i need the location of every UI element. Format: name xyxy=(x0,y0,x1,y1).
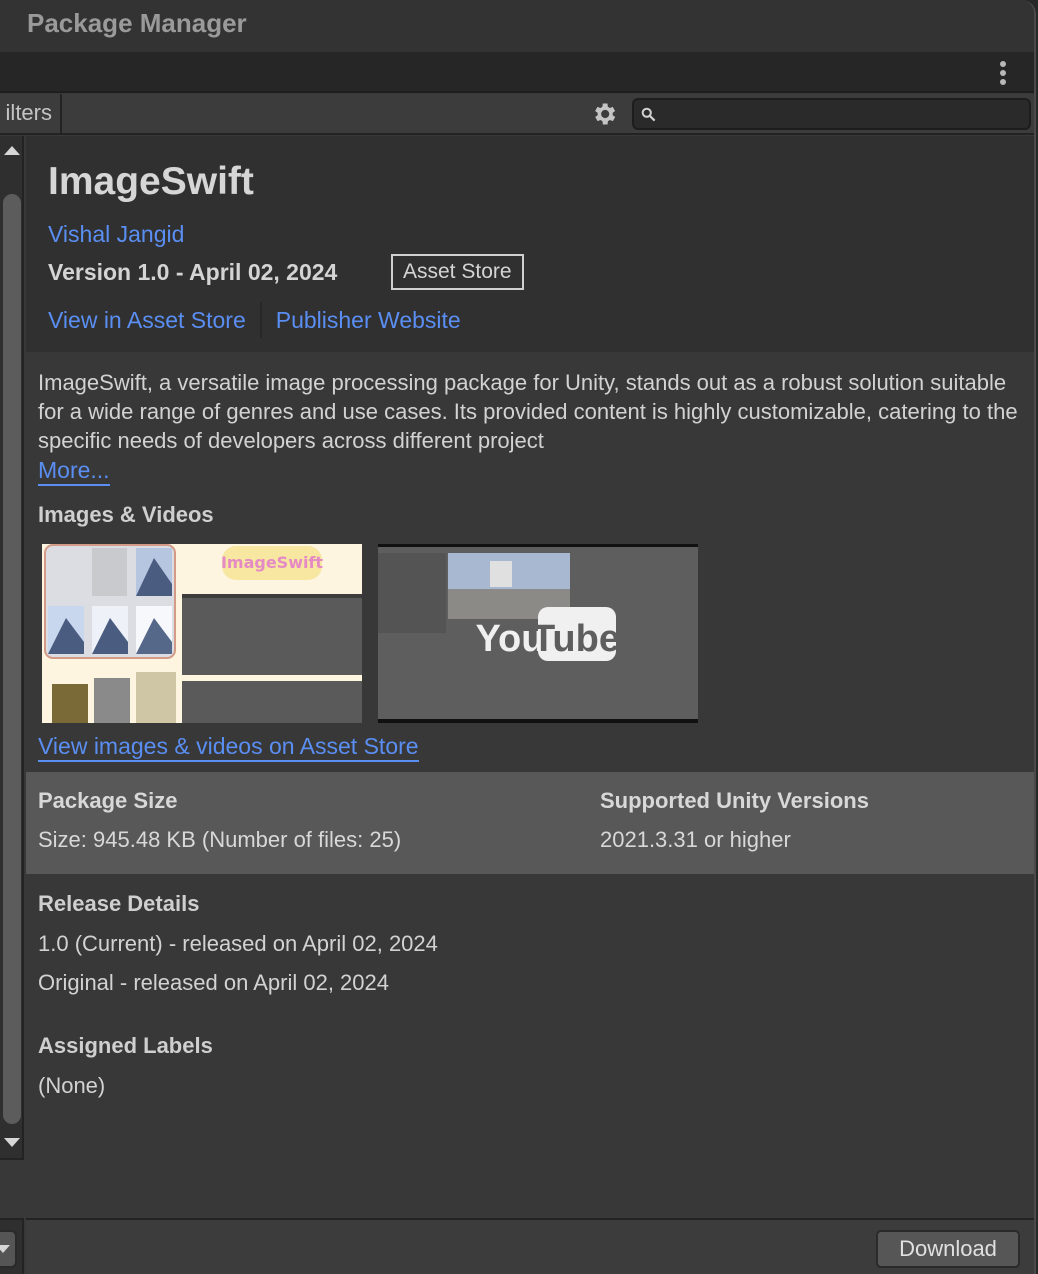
scrollbar-thumb[interactable] xyxy=(3,194,21,1124)
images-videos-heading: Images & Videos xyxy=(38,502,214,527)
assigned-labels-heading: Assigned Labels xyxy=(38,1033,213,1058)
package-size-heading: Package Size xyxy=(38,788,178,813)
filters-button[interactable]: ilters xyxy=(0,94,62,135)
video-thumbnail[interactable]: You Tube YouTube xyxy=(378,544,698,723)
search-input[interactable] xyxy=(664,100,1024,128)
package-manager-window: Package Manager ilters ImageSwift Vishal… xyxy=(0,0,1036,1274)
top-toolbar xyxy=(0,52,1034,93)
divider xyxy=(0,1218,24,1220)
dropdown-button[interactable] xyxy=(0,1230,17,1268)
package-links: View in Asset Store Publisher Website xyxy=(48,302,461,338)
author-link[interactable]: Vishal Jangid xyxy=(48,221,184,248)
package-header: ImageSwift Vishal Jangid Version 1.0 - A… xyxy=(26,136,1034,352)
release-details-heading: Release Details xyxy=(38,891,200,916)
package-name: ImageSwift xyxy=(48,160,254,203)
package-list-lower xyxy=(0,1160,24,1218)
package-size-value: Size: 945.48 KB (Number of files: 25) xyxy=(38,827,402,852)
package-details: ImageSwift Vishal Jangid Version 1.0 - A… xyxy=(26,136,1034,1218)
package-size-panel: Package Size Size: 945.48 KB (Number of … xyxy=(26,772,1034,874)
release-line: Original - released on April 02, 2024 xyxy=(38,970,389,995)
more-link[interactable]: More... xyxy=(38,456,110,486)
source-badge: Asset Store xyxy=(391,254,524,290)
package-list-pane xyxy=(0,136,24,1274)
package-description: ImageSwift, a versatile image processing… xyxy=(38,370,1018,453)
release-line: 1.0 (Current) - released on April 02, 20… xyxy=(38,931,438,956)
video-thumbnail-art: You Tube xyxy=(378,547,698,719)
search-field[interactable] xyxy=(632,98,1031,130)
svg-text:Tube: Tube xyxy=(532,618,620,660)
thumbnail-caption: ImageSwift xyxy=(221,553,323,572)
publisher-website-link[interactable]: Publisher Website xyxy=(276,307,461,334)
download-button[interactable]: Download xyxy=(876,1230,1020,1268)
kebab-menu-icon[interactable] xyxy=(998,61,1008,85)
image-thumbnail-art: ImageSwift xyxy=(42,544,362,723)
scroll-up-arrow-icon[interactable] xyxy=(4,146,20,155)
window-title: Package Manager xyxy=(27,8,247,38)
scroll-down-arrow-icon[interactable] xyxy=(4,1138,20,1147)
unity-versions-heading: Supported Unity Versions xyxy=(600,788,869,813)
filter-toolbar: ilters xyxy=(0,94,1034,135)
view-in-asset-store-link[interactable]: View in Asset Store xyxy=(48,307,246,334)
assigned-labels-value: (None) xyxy=(38,1073,106,1098)
footer-bar: Download xyxy=(26,1218,1034,1274)
magnifier-icon xyxy=(641,107,656,122)
title-bar: Package Manager xyxy=(0,0,1034,52)
link-separator xyxy=(259,302,262,338)
image-thumbnail[interactable]: ImageSwift xyxy=(42,544,362,723)
version-info: Version 1.0 - April 02, 2024 xyxy=(48,259,338,285)
unity-versions-value: 2021.3.31 or higher xyxy=(600,827,791,852)
view-images-videos-link[interactable]: View images & videos on Asset Store xyxy=(38,732,419,762)
gear-icon[interactable] xyxy=(590,100,618,128)
